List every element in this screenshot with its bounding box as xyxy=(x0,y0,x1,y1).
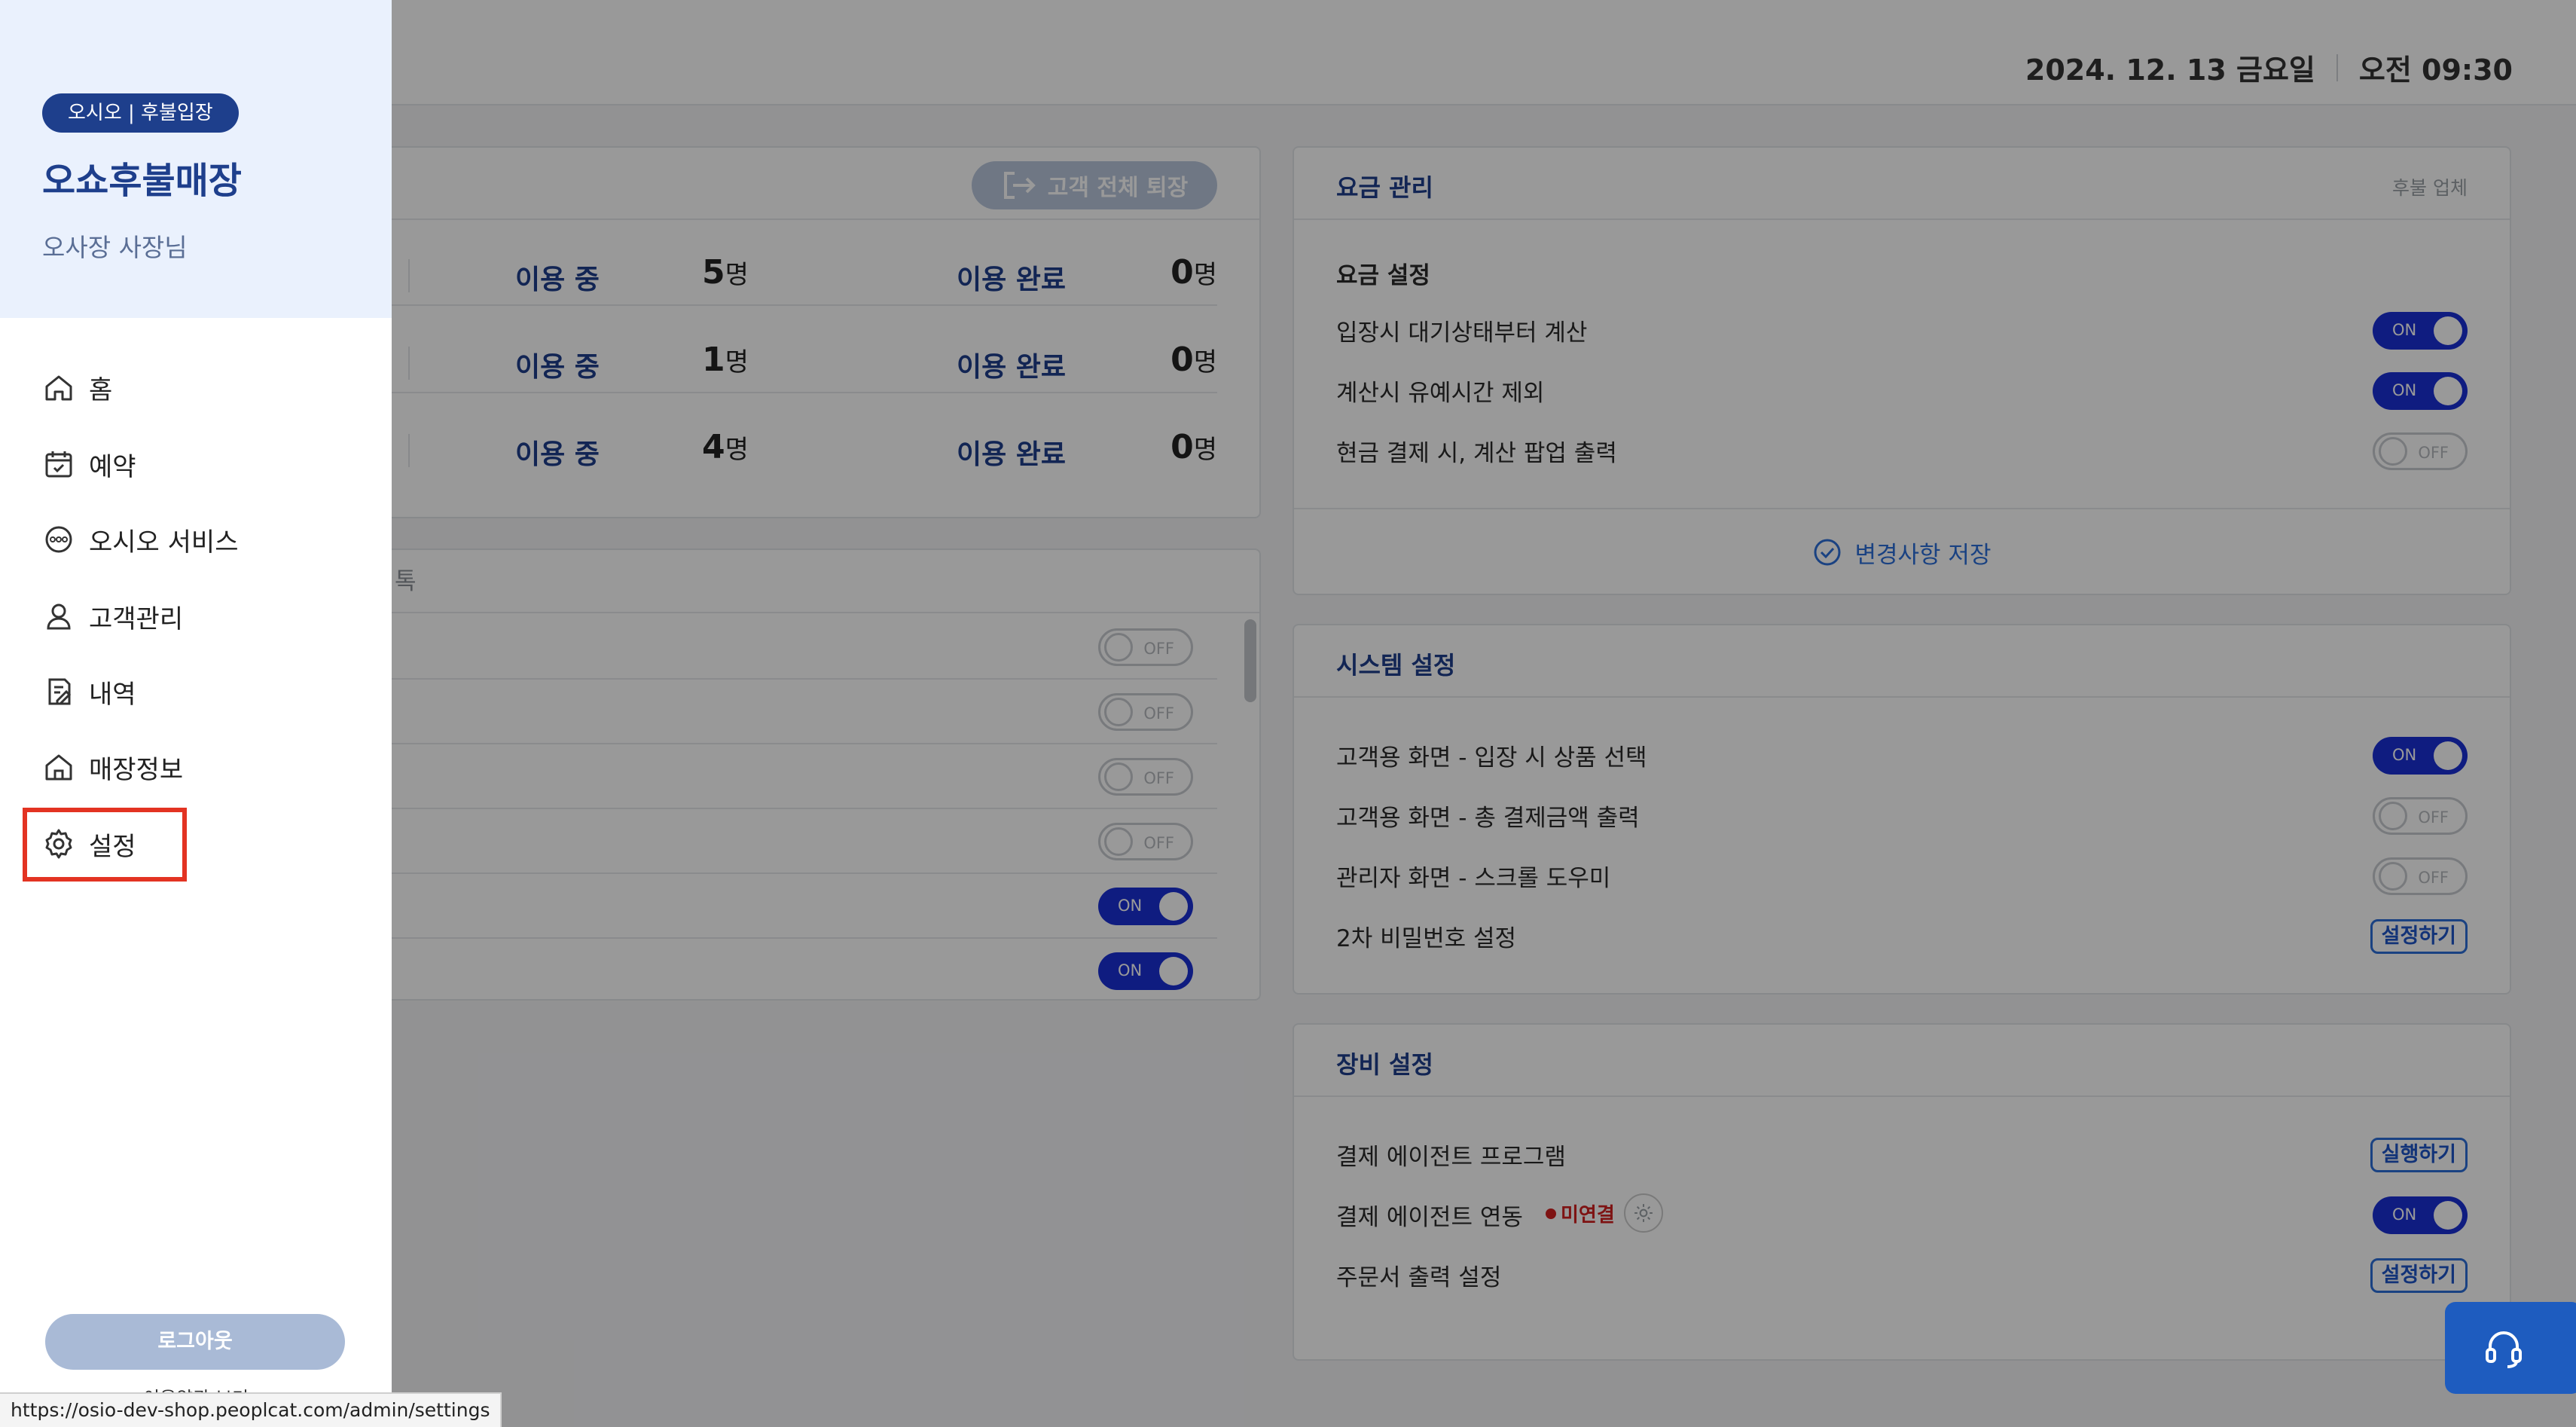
calendar-icon xyxy=(45,451,72,478)
sidebar-item-label: 고객관리 xyxy=(89,603,184,634)
logout-button[interactable]: 로그아웃 xyxy=(45,1314,345,1370)
osio-service-icon xyxy=(45,526,72,553)
sidebar-item-store-info[interactable]: 매장정보 xyxy=(42,744,183,790)
sidebar-item-label: 홈 xyxy=(89,374,113,405)
sidebar-profile: 오시오 | 후불입장 오쇼후불매장 오사장 사장님 xyxy=(0,0,392,318)
sidebar-drawer: 오시오 | 후불입장 오쇼후불매장 오사장 사장님 홈 예약 오시오 서비스 고… xyxy=(0,0,392,1427)
sidebar-item-home[interactable]: 홈 xyxy=(42,365,112,410)
settings-highlight-box xyxy=(23,808,187,882)
support-button[interactable] xyxy=(2445,1302,2576,1394)
owner-name: 오사장 사장님 xyxy=(42,233,188,262)
store-icon xyxy=(45,754,72,781)
history-icon xyxy=(48,678,72,705)
home-icon xyxy=(45,375,72,401)
sidebar-item-osio-service[interactable]: 오시오 서비스 xyxy=(42,517,239,562)
sidebar-item-label: 내역 xyxy=(89,679,136,710)
sidebar-item-customers[interactable]: 고객관리 xyxy=(42,594,183,639)
sidebar-item-history[interactable]: 내역 xyxy=(42,669,136,714)
sidebar-item-reservation[interactable]: 예약 xyxy=(42,442,136,487)
store-name: 오쇼후불매장 xyxy=(42,160,242,202)
user-icon xyxy=(47,603,71,630)
status-bar-url: https://osio-dev-shop.peoplcat.com/admin… xyxy=(0,1392,502,1427)
sidebar-item-label: 매장정보 xyxy=(89,754,184,785)
sidebar-item-label: 예약 xyxy=(89,451,136,482)
headset-icon xyxy=(2486,1331,2522,1368)
store-type-badge: 오시오 | 후불입장 xyxy=(42,93,239,133)
sidebar-item-label: 오시오 서비스 xyxy=(89,527,239,558)
